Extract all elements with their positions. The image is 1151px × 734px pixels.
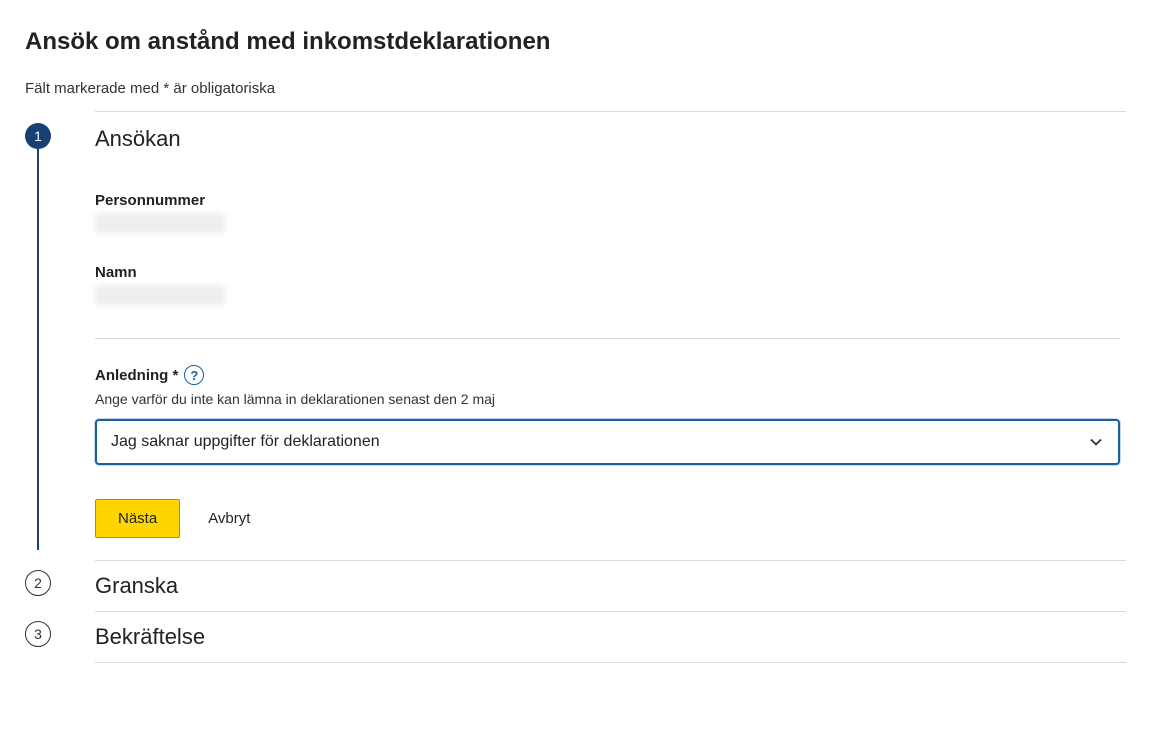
personnummer-value — [95, 213, 225, 233]
step1-actions: Nästa Avbryt — [95, 499, 1120, 538]
step-title-granska: Granska — [95, 573, 178, 599]
step-bekraftelse: 3 Bekräftelse — [25, 611, 1126, 662]
next-button[interactable]: Nästa — [95, 499, 180, 538]
namn-value — [95, 285, 225, 305]
step-number-2: 2 — [25, 570, 51, 596]
reason-section: Anledning * ? Ange varför du inte kan lä… — [95, 365, 1120, 465]
cancel-button[interactable]: Avbryt — [208, 510, 250, 527]
wizard: 1 Ansökan Personnummer Namn Anledning * … — [25, 111, 1126, 663]
step-ansokan: 1 Ansökan Personnummer Namn Anledning * … — [25, 111, 1126, 538]
mandatory-fields-note: Fält markerade med * är obligatoriska — [25, 80, 1126, 97]
page-title: Ansök om anstånd med inkomstdeklaratione… — [25, 28, 1126, 56]
namn-label: Namn — [95, 264, 1120, 281]
step-title-bekraftelse: Bekräftelse — [95, 624, 205, 650]
bottom-divider — [95, 662, 1126, 663]
reason-hint: Ange varför du inte kan lämna in deklara… — [95, 391, 1120, 407]
help-icon[interactable]: ? — [184, 365, 204, 385]
personnummer-label: Personnummer — [95, 192, 1120, 209]
reason-label: Anledning * — [95, 367, 178, 384]
reason-select-wrap — [95, 419, 1120, 465]
reason-select[interactable] — [95, 419, 1120, 465]
step-connector — [37, 149, 39, 550]
step-title-ansokan: Ansökan — [95, 126, 181, 152]
field-namn: Namn — [95, 264, 1120, 310]
step-granska: 2 Granska — [25, 560, 1126, 611]
step-number-3: 3 — [25, 621, 51, 647]
field-personnummer: Personnummer — [95, 192, 1120, 238]
step-number-1: 1 — [25, 123, 51, 149]
step-body-ansokan: Personnummer Namn Anledning * ? Ange var… — [95, 192, 1126, 538]
section-divider — [95, 338, 1120, 339]
